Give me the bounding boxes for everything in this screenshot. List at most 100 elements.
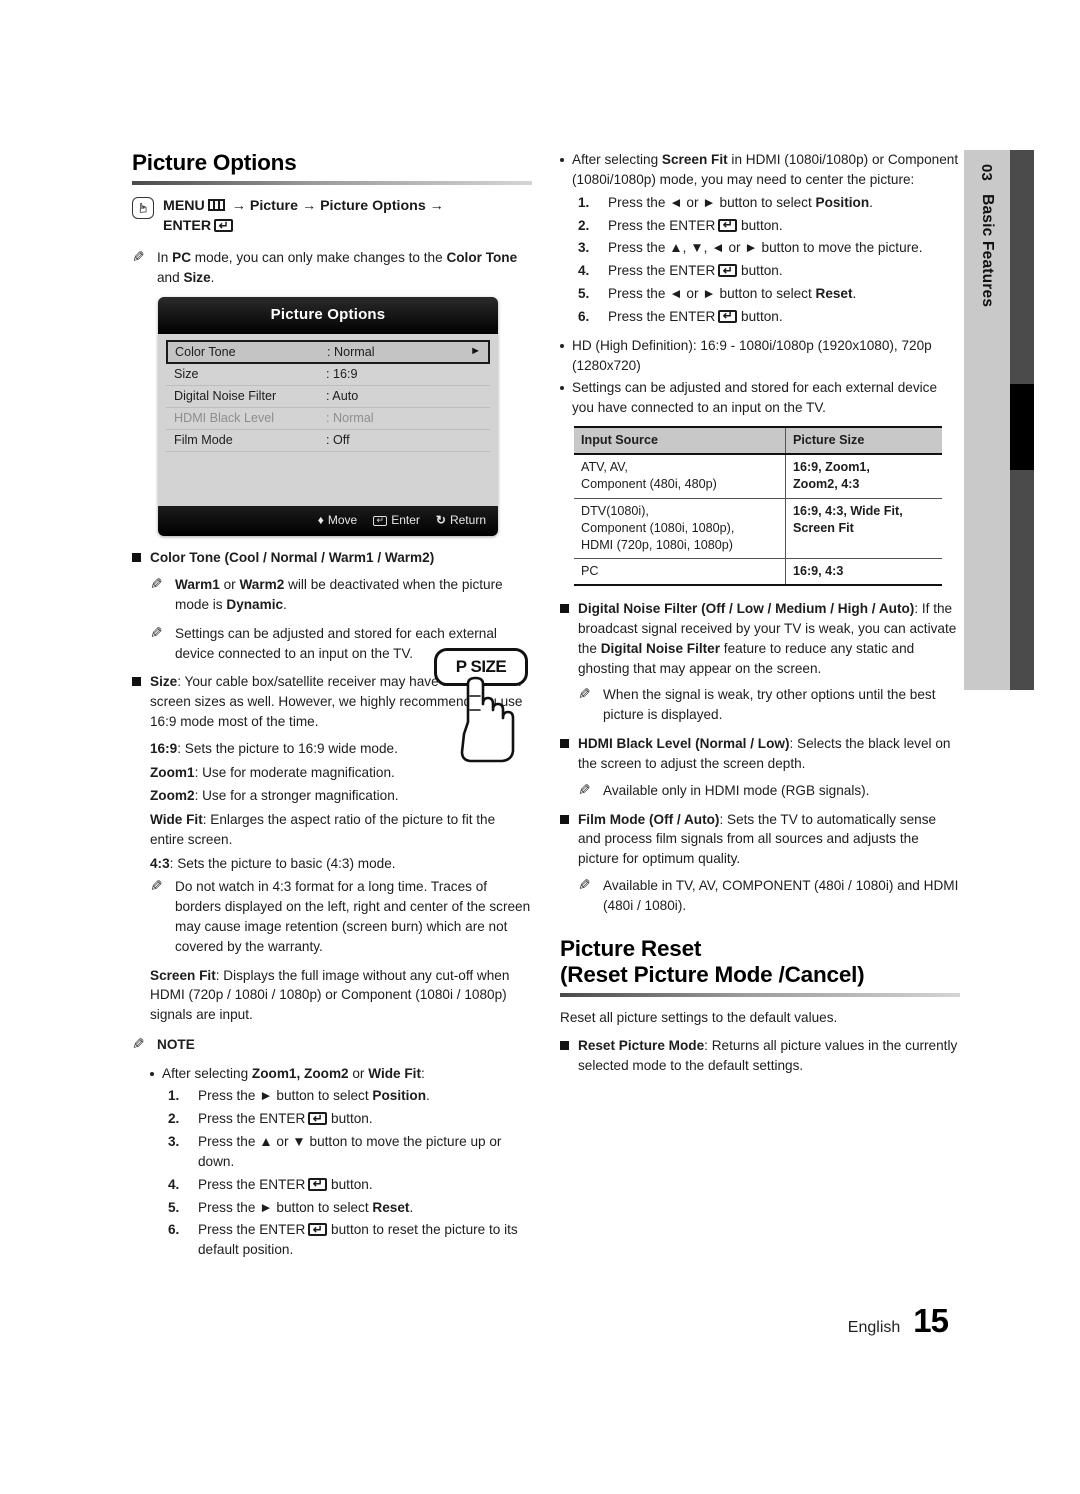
pencil-icon bbox=[578, 783, 595, 797]
pencil-icon bbox=[150, 626, 167, 640]
size-item-term: Wide Fit bbox=[150, 812, 203, 828]
table-cell-source: ATV, AV, Component (480i, 480p) bbox=[574, 454, 786, 499]
osd-row[interactable]: Film Mode : Off bbox=[166, 430, 490, 452]
osd-move-hint: ♦ Move bbox=[318, 512, 357, 529]
square-bullet-icon bbox=[132, 553, 141, 563]
bullet-icon bbox=[560, 158, 564, 162]
picture-reset-intro: Reset all picture settings to the defaul… bbox=[560, 1010, 838, 1025]
reset-picture-mode-entry: Reset Picture Mode: Returns all picture … bbox=[560, 1036, 960, 1076]
pencil-icon bbox=[578, 687, 595, 701]
hand-pointer-icon bbox=[132, 197, 154, 220]
screen-fit-step: 6. Press the ENTER button. bbox=[578, 307, 960, 327]
square-bullet-icon bbox=[132, 677, 141, 687]
up-down-arrows-icon: ♦ bbox=[317, 512, 324, 527]
picture-reset-rule bbox=[560, 993, 960, 997]
size-heading: Size bbox=[150, 674, 178, 690]
pencil-icon bbox=[150, 577, 167, 591]
settings-stored-text: Settings can be adjusted and stored for … bbox=[572, 380, 938, 416]
film-mode-note-text: Available in TV, AV, COMPONENT (480i / 1… bbox=[603, 878, 959, 913]
square-bullet-icon bbox=[560, 814, 569, 824]
table-row: DTV(1080i), Component (1080i, 1080p), HD… bbox=[574, 498, 942, 559]
osd-row-value: : Normal bbox=[327, 344, 375, 359]
osd-row-value: : Normal bbox=[326, 411, 374, 426]
screen-fit-term: Screen Fit bbox=[150, 967, 216, 983]
dnf-note-text: When the signal is weak, try other optio… bbox=[603, 687, 936, 723]
bullet-icon bbox=[150, 1071, 154, 1076]
size-item: Wide Fit: Enlarges the aspect ratio of t… bbox=[150, 810, 532, 849]
table-cell-source: DTV(1080i), Component (1080i, 1080p), HD… bbox=[574, 498, 786, 559]
size-item: Zoom1: Use for moderate magnification. bbox=[150, 763, 450, 783]
square-bullet-icon bbox=[560, 604, 569, 613]
menu-label: MENU bbox=[163, 198, 205, 215]
hdmi-black-note: Available only in HDMI mode (RGB signals… bbox=[578, 781, 960, 801]
chapter-index-strip bbox=[1010, 150, 1034, 690]
note-step: 4. Press the ENTER button. bbox=[168, 1175, 532, 1195]
square-bullet-icon bbox=[560, 739, 569, 749]
osd-row[interactable]: Digital Noise Filter : Auto bbox=[166, 386, 490, 408]
note-step: 1. Press the ► button to select Position… bbox=[168, 1086, 532, 1106]
color-tone-heading: Color Tone (Cool / Normal / Warm1 / Warm… bbox=[150, 550, 435, 566]
osd-move-label: Move bbox=[327, 512, 358, 527]
four-three-note-text: Do not watch in 4:3 format for a long ti… bbox=[175, 879, 531, 954]
size-item-desc: : Enlarges the aspect ratio of the pictu… bbox=[150, 812, 496, 847]
menu-path-picture-options: Picture Options bbox=[320, 198, 426, 215]
menu-bars-icon bbox=[207, 199, 225, 212]
step-index: 6. bbox=[168, 1222, 180, 1238]
dnf-note: When the signal is weak, try other optio… bbox=[578, 685, 960, 725]
size-item-term: 4:3 bbox=[150, 855, 170, 871]
manual-page: 03 Basic Features Picture Options MENU →… bbox=[0, 0, 1080, 1494]
osd-row-value: : Off bbox=[326, 433, 350, 448]
film-mode-note: Available in TV, AV, COMPONENT (480i / 1… bbox=[578, 876, 960, 916]
footer-language: English bbox=[847, 1319, 901, 1336]
p-size-button-illustration: P SIZE bbox=[428, 648, 538, 768]
table-cell-source: PC bbox=[574, 558, 786, 586]
pencil-icon bbox=[132, 250, 149, 264]
hd-definition-text: HD (High Definition): 16:9 - 1080i/1080p… bbox=[572, 337, 932, 373]
step-index: 4. bbox=[168, 1176, 180, 1192]
note-step: 6. Press the ENTER button to reset the p… bbox=[168, 1220, 532, 1260]
enter-key-icon bbox=[308, 1177, 328, 1191]
note-block-header: NOTE bbox=[132, 1035, 532, 1055]
osd-enter-hint: Enter bbox=[373, 512, 420, 529]
enter-key-icon bbox=[718, 218, 738, 232]
table-cell-size: 16:9, Zoom1, Zoom2, 4:3 bbox=[784, 454, 942, 499]
table-header-input-source: Input Source bbox=[574, 426, 786, 456]
size-item-term: Zoom2 bbox=[150, 788, 195, 804]
note-label: NOTE bbox=[157, 1036, 195, 1052]
film-mode-heading: Film Mode (Off / Auto) bbox=[578, 811, 720, 827]
note-step: 2. Press the ENTER button. bbox=[168, 1109, 532, 1129]
step-index: 6. bbox=[578, 308, 590, 324]
reset-picture-mode-term: Reset Picture Mode bbox=[578, 1037, 705, 1053]
enter-key-icon bbox=[214, 219, 234, 233]
size-item-desc: : Use for a stronger magnification. bbox=[194, 788, 399, 804]
step-index: 4. bbox=[578, 263, 590, 279]
chapter-number: 03 bbox=[978, 164, 996, 182]
note-pc-mode: In PC mode, you can only make changes to… bbox=[132, 248, 532, 288]
osd-enter-label: Enter bbox=[391, 512, 420, 527]
table-header-row: Input Source Picture Size bbox=[574, 426, 942, 456]
note-step: 3. Press the ▲ or ▼ button to move the p… bbox=[168, 1132, 532, 1172]
step-index: 2. bbox=[168, 1111, 180, 1127]
title-rule bbox=[132, 181, 532, 186]
tv-osd-screenshot: Picture Options Color Tone : Normal ► Si… bbox=[158, 297, 498, 537]
size-item: 16:9: Sets the picture to 16:9 wide mode… bbox=[150, 739, 450, 759]
pencil-icon bbox=[150, 879, 167, 893]
osd-empty-area bbox=[166, 451, 490, 496]
size-item-desc: : Sets the picture to 16:9 wide mode. bbox=[177, 740, 398, 756]
osd-footer: ♦ Move Enter ↻ Return bbox=[158, 505, 498, 537]
settings-stored-bullet: Settings can be adjusted and stored for … bbox=[560, 378, 960, 418]
size-item-term: Zoom1 bbox=[150, 764, 195, 780]
menu-path-text: MENU → Picture → Picture Options → ENTER bbox=[163, 196, 444, 236]
menu-path-picture: Picture bbox=[249, 198, 298, 215]
osd-row[interactable]: Color Tone : Normal ► bbox=[166, 339, 490, 364]
pencil-icon bbox=[578, 878, 595, 892]
osd-row[interactable]: Size : 16:9 bbox=[166, 364, 490, 386]
film-mode-entry: Film Mode (Off / Auto): Sets the TV to a… bbox=[560, 810, 960, 870]
arrow-2: → bbox=[301, 198, 317, 215]
table-row: PC 16:9, 4:3 bbox=[574, 558, 942, 586]
dnf-heading: Digital Noise Filter (Off / Low / Medium… bbox=[578, 601, 915, 616]
osd-row-label: Color Tone bbox=[175, 344, 236, 359]
table-header-picture-size: Picture Size bbox=[784, 426, 942, 456]
color-tone-note-1: Warm1 or Warm2 will be deactivated when … bbox=[150, 575, 532, 615]
screen-fit-step: 4. Press the ENTER button. bbox=[578, 261, 960, 281]
